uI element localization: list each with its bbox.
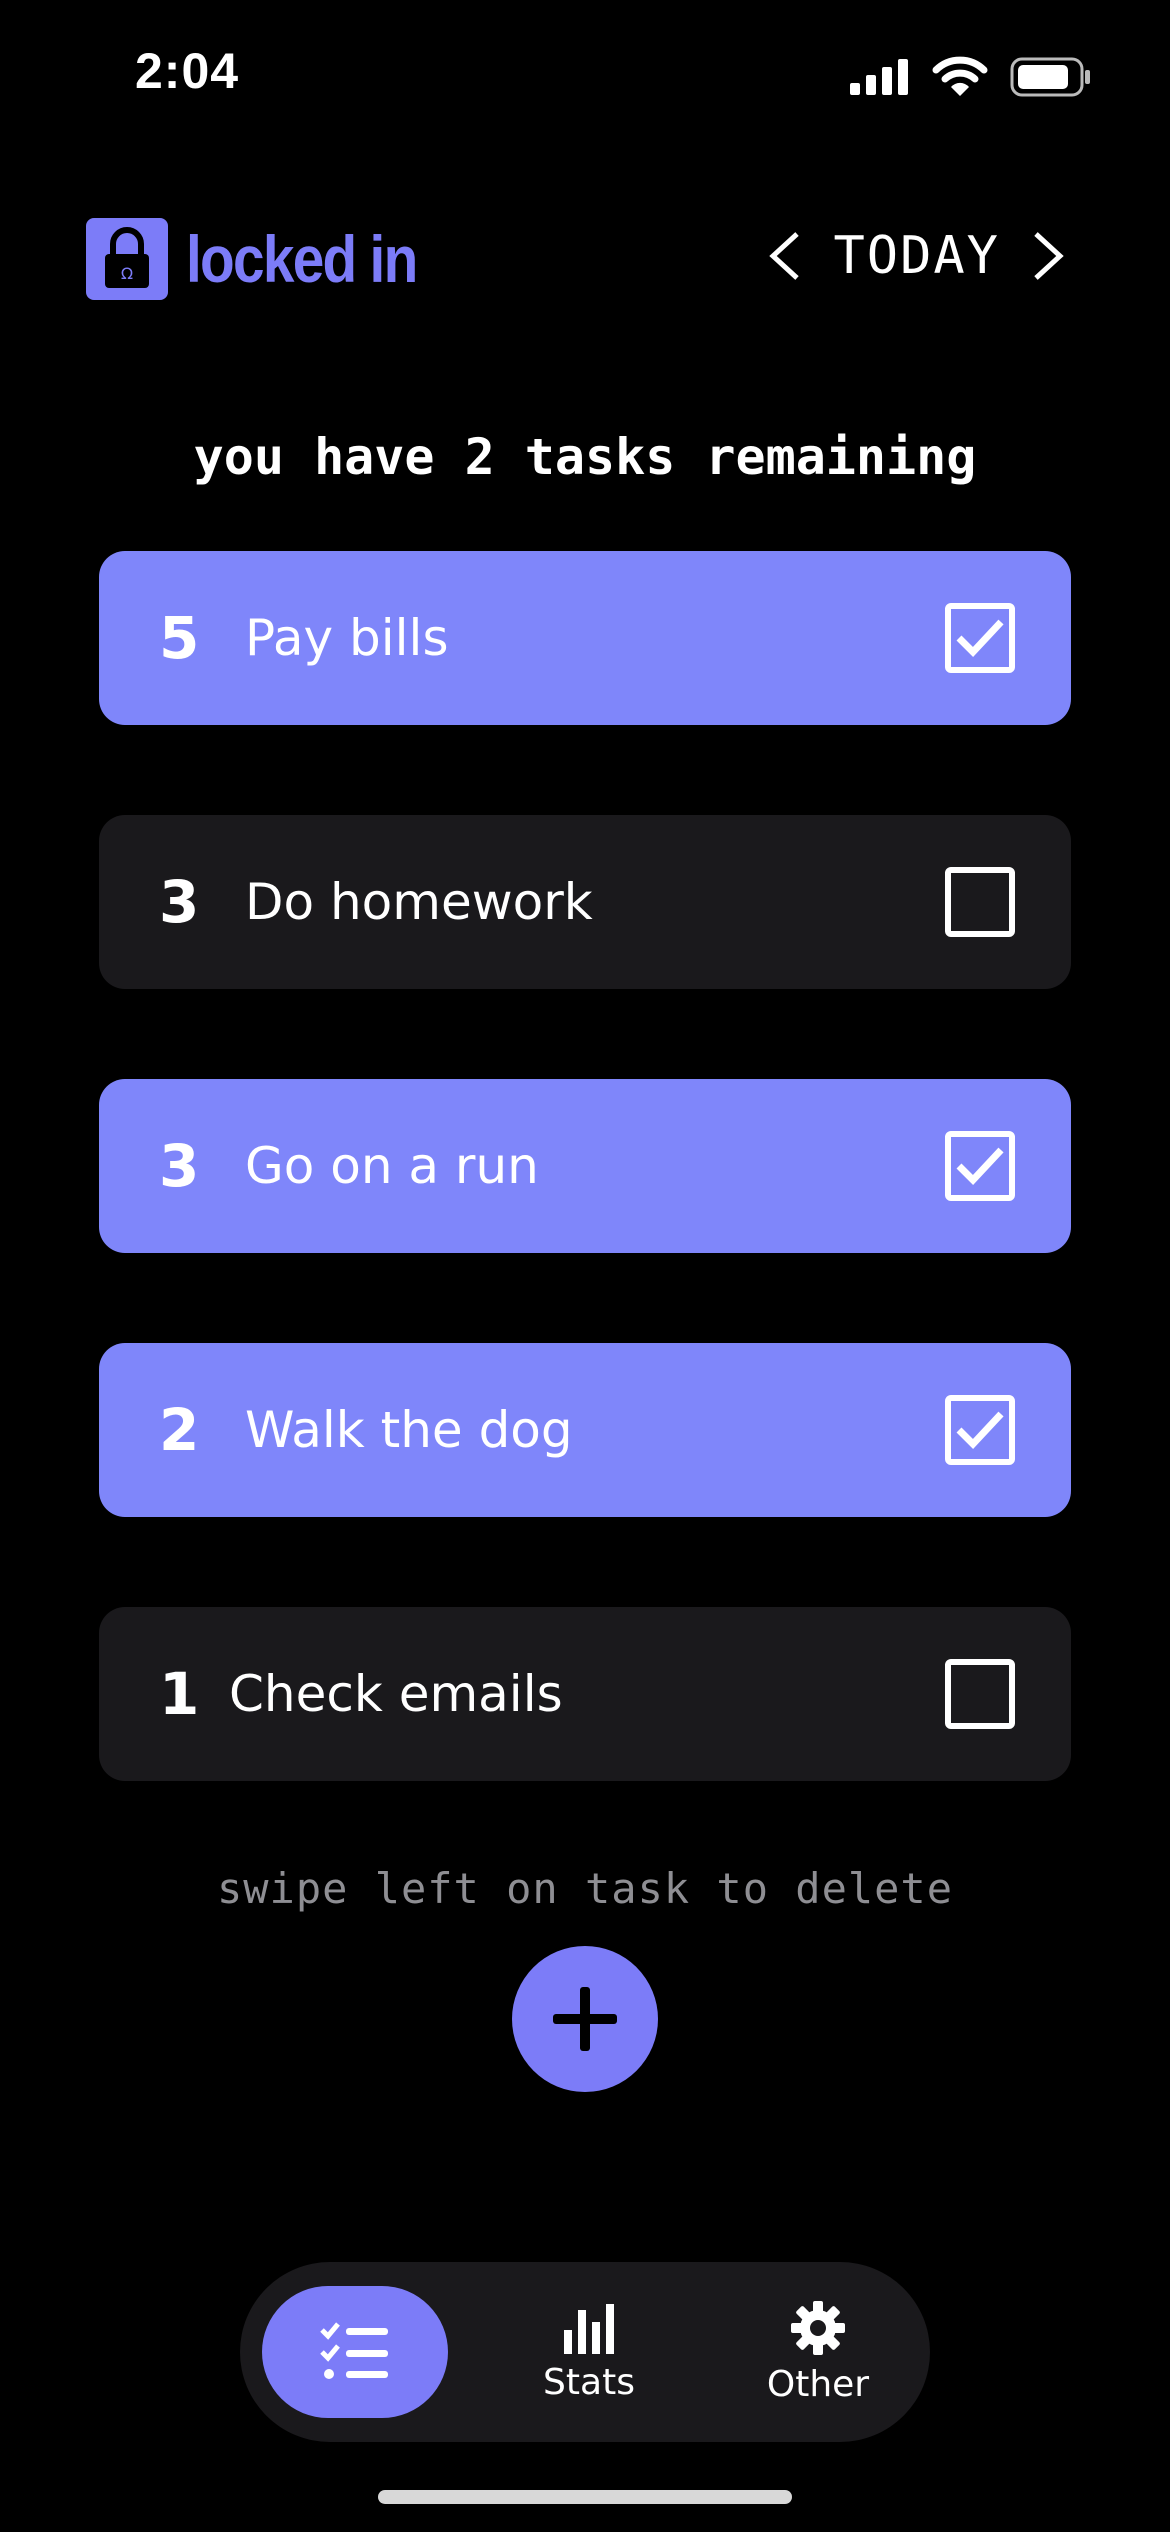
task-name: Go on a run (245, 1137, 539, 1195)
lock-icon: Ω (86, 218, 168, 300)
checklist-icon (320, 2322, 388, 2379)
plus-icon (553, 1987, 617, 2051)
checkmark-icon (956, 1411, 1004, 1450)
date-label: TODAY (833, 226, 1000, 286)
task-checkbox[interactable] (945, 1659, 1015, 1729)
task-row[interactable]: 1 Check emails (99, 1607, 1071, 1781)
task-row[interactable]: 5 Pay bills (99, 551, 1071, 725)
checkmark-icon (956, 1147, 1004, 1186)
add-task-button[interactable] (512, 1946, 658, 2092)
tab-other[interactable]: Other (732, 2262, 904, 2442)
task-row[interactable]: 3 Do homework (99, 815, 1071, 989)
tab-stats-label: Stats (543, 2361, 635, 2403)
home-indicator (378, 2490, 792, 2504)
task-priority: 2 (159, 1396, 200, 1464)
battery-icon (1010, 57, 1092, 101)
tab-stats[interactable]: Stats (504, 2262, 674, 2442)
task-checkbox[interactable] (945, 867, 1015, 937)
signal-icon (850, 57, 910, 101)
status-icons (850, 56, 1092, 102)
app-logo: Ω locked in (86, 218, 454, 300)
tab-other-label: Other (766, 2363, 870, 2405)
task-priority: 1 (159, 1660, 200, 1728)
task-row[interactable]: 3 Go on a run (99, 1079, 1071, 1253)
svg-text:Ω: Ω (121, 264, 133, 283)
tab-bar: Stats Other (240, 2262, 930, 2442)
task-row[interactable]: 2 Walk the dog (99, 1343, 1071, 1517)
task-checkbox[interactable] (945, 1395, 1015, 1465)
checkmark-icon (956, 619, 1004, 658)
task-priority: 3 (159, 868, 200, 936)
bar-chart-icon (564, 2303, 614, 2354)
wifi-icon (932, 56, 988, 102)
app-name: locked in (186, 222, 418, 296)
next-day-button[interactable] (1026, 226, 1070, 286)
gear-icon (791, 2300, 845, 2355)
task-checkbox[interactable] (945, 603, 1015, 673)
task-checkbox[interactable] (945, 1131, 1015, 1201)
tasks-remaining-text: you have 2 tasks remaining (193, 428, 977, 486)
task-name: Walk the dog (245, 1401, 573, 1459)
tab-tasks[interactable] (262, 2286, 448, 2418)
date-navigator: TODAY (763, 226, 1070, 286)
previous-day-button[interactable] (763, 226, 807, 286)
task-name: Pay bills (245, 609, 449, 667)
swipe-hint: swipe left on task to delete (216, 1864, 953, 1913)
task-priority: 3 (159, 1132, 200, 1200)
task-name: Check emails (229, 1665, 563, 1723)
task-name: Do homework (245, 873, 593, 931)
app-screen: 2:04 Ω locked in TODAY you have 2 tasks … (0, 0, 1170, 2532)
task-priority: 5 (159, 604, 200, 672)
status-time: 2:04 (135, 43, 240, 99)
